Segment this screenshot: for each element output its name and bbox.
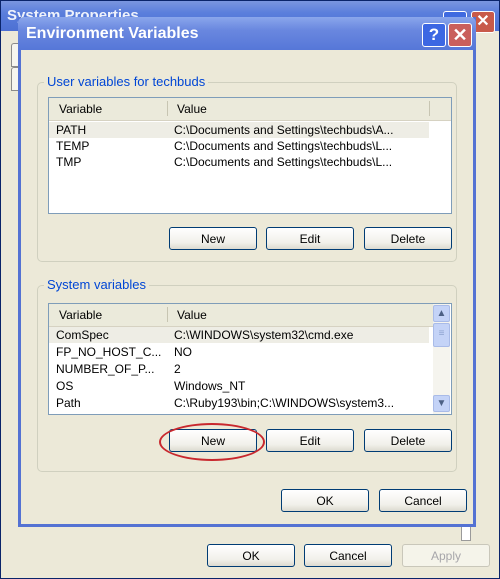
list-item[interactable]: ComSpec C:\WINDOWS\system32\cmd.exe [49, 327, 429, 343]
variable-value: C:\Ruby193\bin;C:\WINDOWS\system3... [174, 396, 395, 410]
scroll-thumb[interactable]: ≡ [433, 323, 450, 347]
list-header: Variable Value [49, 98, 451, 121]
user-edit-button[interactable]: Edit [266, 227, 354, 250]
outer-ok-button[interactable]: OK [207, 544, 295, 567]
list-item[interactable]: Path C:\Ruby193\bin;C:\WINDOWS\system3..… [49, 395, 429, 411]
outer-apply-button[interactable]: Apply [402, 544, 490, 567]
dialog-close-button[interactable]: ✕ [448, 23, 472, 47]
variable-value: Windows_NT [174, 379, 246, 393]
variable-value: C:\Documents and Settings\techbuds\A... [174, 123, 394, 137]
dialog-ok-button[interactable]: OK [281, 489, 369, 512]
system-variables-list[interactable]: Variable Value ComSpec C:\WINDOWS\system… [48, 303, 452, 415]
list-item[interactable]: PATH C:\Documents and Settings\techbuds\… [49, 122, 429, 138]
variable-name: OS [56, 379, 74, 393]
environment-variables-dialog: User variables for techbuds Variable Val… [18, 17, 476, 527]
system-variables-group: System variables Variable Value ComSpec … [37, 277, 457, 472]
list-item[interactable]: OS Windows_NT [49, 378, 429, 394]
variable-value: NO [174, 345, 192, 359]
variable-value: 2 [174, 362, 181, 376]
variable-name: Path [56, 396, 81, 410]
system-new-button[interactable]: New [169, 429, 257, 452]
list-item[interactable]: FP_NO_HOST_C... NO [49, 344, 429, 360]
variable-name: TMP [56, 155, 82, 169]
dialog-title: Environment Variables [26, 25, 199, 42]
chevron-down-icon: ▼ [436, 398, 447, 409]
grip-icon: ≡ [438, 328, 445, 339]
variable-name: TEMP [56, 139, 90, 153]
list-item[interactable]: TMP C:\Documents and Settings\techbuds\L… [49, 154, 429, 170]
close-icon: ✕ [452, 25, 468, 45]
user-variables-group: User variables for techbuds Variable Val… [37, 74, 457, 262]
variable-value: C:\Documents and Settings\techbuds\L... [174, 139, 393, 153]
dialog-help-button[interactable]: ? [422, 23, 446, 47]
outer-cancel-button[interactable]: Cancel [304, 544, 392, 567]
list-item[interactable]: NUMBER_OF_P... 2 [49, 361, 429, 377]
variable-value: C:\Documents and Settings\techbuds\L... [174, 155, 393, 169]
variable-name: FP_NO_HOST_C... [56, 345, 162, 359]
user-delete-button[interactable]: Delete [364, 227, 452, 250]
system-edit-button[interactable]: Edit [266, 429, 354, 452]
user-variables-label: User variables for techbuds [44, 74, 209, 89]
user-variables-list[interactable]: Variable Value PATH C:\Documents and Set… [48, 97, 452, 214]
system-delete-button[interactable]: Delete [364, 429, 452, 452]
variable-name: PATH [56, 123, 87, 137]
dialog-title-bar: Environment Variables ? ✕ [18, 17, 476, 50]
column-header-variable[interactable]: Variable [59, 308, 102, 322]
column-header-variable[interactable]: Variable [59, 102, 102, 116]
close-icon: ✕ [476, 13, 490, 30]
variable-name: ComSpec [56, 328, 109, 342]
system-variables-label: System variables [44, 277, 149, 292]
variable-name: NUMBER_OF_P... [56, 362, 155, 376]
user-new-button[interactable]: New [169, 227, 257, 250]
dialog-cancel-button[interactable]: Cancel [379, 489, 467, 512]
scroll-down-button[interactable]: ▼ [433, 395, 450, 412]
chevron-up-icon: ▲ [436, 308, 447, 319]
vertical-scrollbar[interactable]: ▲ ≡ ▼ [433, 304, 450, 414]
scroll-up-button[interactable]: ▲ [433, 305, 450, 322]
column-header-value[interactable]: Value [177, 102, 207, 116]
help-icon: ? [428, 25, 440, 44]
list-item[interactable]: TEMP C:\Documents and Settings\techbuds\… [49, 138, 429, 154]
variable-value: C:\WINDOWS\system32\cmd.exe [174, 328, 354, 342]
list-header: Variable Value [49, 304, 434, 327]
column-header-value[interactable]: Value [177, 308, 207, 322]
